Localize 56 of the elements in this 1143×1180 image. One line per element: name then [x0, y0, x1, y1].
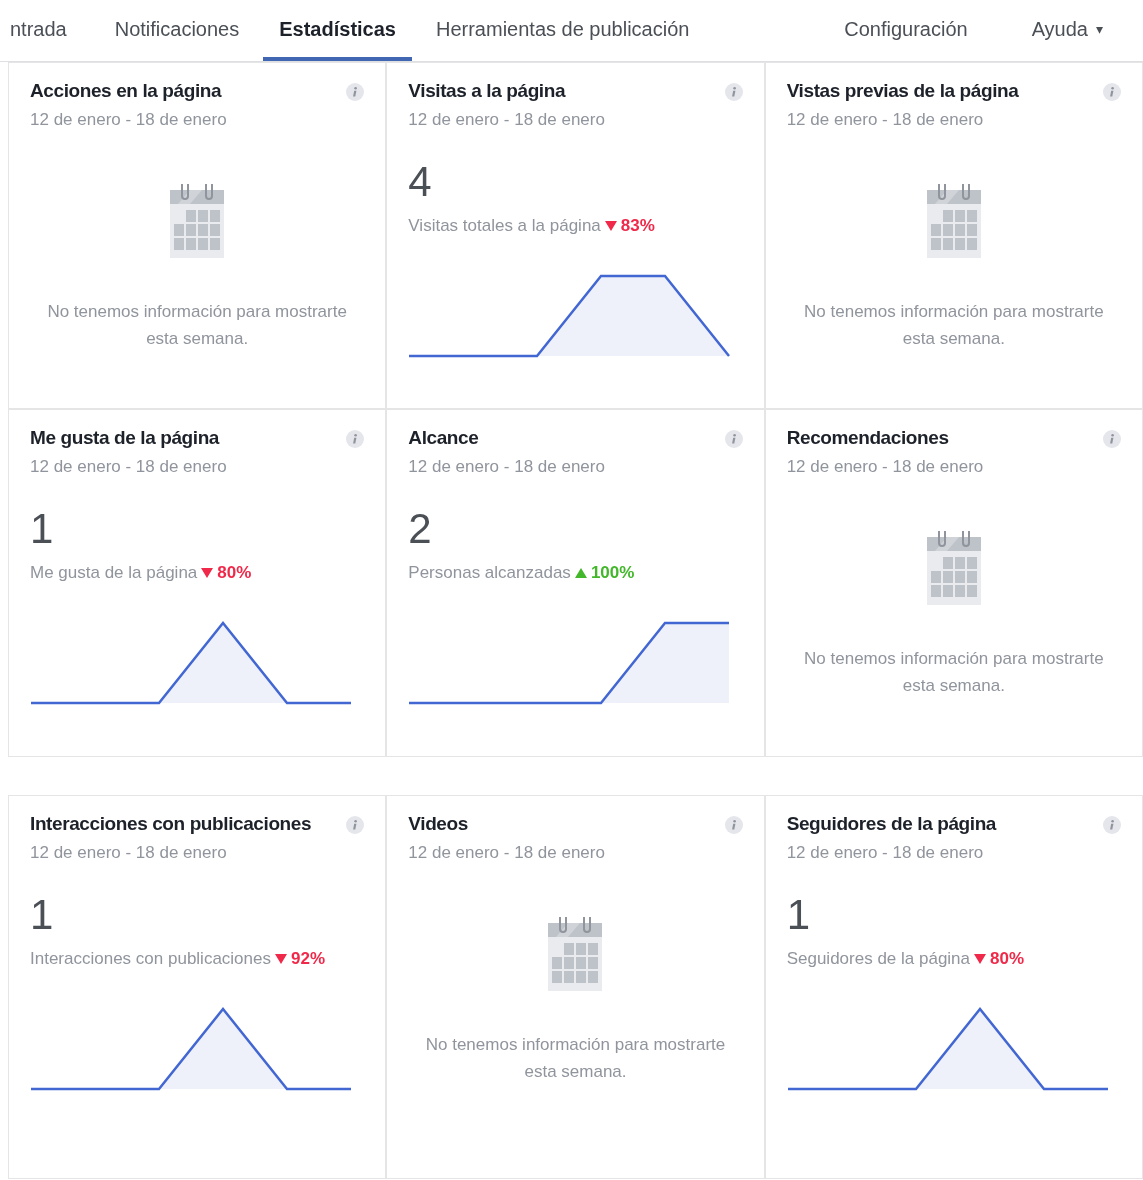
date-range: 12 de enero - 18 de enero [408, 841, 606, 864]
calendar-icon [924, 529, 983, 608]
date-range: 12 de enero - 18 de enero [408, 108, 606, 131]
date-range: 12 de enero - 18 de enero [786, 841, 985, 864]
info-icon[interactable] [724, 816, 743, 834]
nav-tab[interactable]: Notificaciones [90, 1, 264, 61]
info-icon[interactable] [724, 430, 743, 448]
card-title: Acciones en la página [30, 79, 222, 103]
card-title: Recomendaciones [786, 426, 949, 450]
empty-message: No tenemos información para mostrarte esta semana. [803, 301, 1104, 351]
info-icon[interactable] [1103, 430, 1121, 448]
nav-tab[interactable]: ntrada [0, 1, 91, 61]
card-title: Alcance [408, 426, 479, 450]
info-icon[interactable] [346, 83, 365, 101]
info-icon[interactable] [346, 816, 365, 834]
change-percent: 80% [990, 947, 1025, 970]
change-percent: 83% [620, 214, 655, 237]
calendar-icon [168, 182, 227, 261]
date-range: 12 de enero - 18 de enero [786, 455, 985, 478]
metric-label: Visitas totales a la página [408, 214, 601, 237]
info-icon[interactable] [1103, 83, 1121, 101]
info-icon[interactable] [346, 430, 365, 448]
info-icon[interactable] [1103, 816, 1121, 834]
metric-label: Me gusta de la página [30, 561, 198, 584]
change-percent: 92% [291, 947, 325, 970]
empty-message: No tenemos información para mostrarte esta semana. [425, 1034, 726, 1084]
metric-label: Seguidores de la página [786, 947, 971, 970]
nav-tab[interactable]: Configuración [820, 1, 992, 61]
date-range: 12 de enero - 18 de enero [30, 108, 228, 131]
metric-value: 1 [30, 890, 55, 941]
nav-tab[interactable]: Ayuda ▾ [1007, 1, 1127, 61]
metric-label: Interacciones con publicaciones [30, 947, 271, 970]
caret-icon: ▾ [1096, 18, 1103, 40]
metric-value: 1 [786, 890, 811, 941]
date-range: 12 de enero - 18 de enero [786, 108, 985, 131]
card-title: Me gusta de la página [30, 426, 220, 450]
card-title: Interacciones con publicaciones [30, 812, 312, 836]
metric-value: 4 [408, 157, 433, 208]
metric-value: 1 [30, 504, 55, 555]
card-title: Seguidores de la página [786, 812, 996, 836]
calendar-icon [546, 915, 605, 994]
date-range: 12 de enero - 18 de enero [30, 841, 228, 864]
change-percent: 100% [590, 561, 635, 584]
info-icon[interactable] [724, 83, 743, 101]
card-title: Vistas previas de la página [786, 79, 1019, 103]
empty-message: No tenemos información para mostrarte esta semana. [47, 301, 348, 351]
card-title: Videos [408, 812, 468, 836]
date-range: 12 de enero - 18 de enero [30, 455, 228, 478]
metric-label: Personas alcanzadas [408, 561, 571, 584]
card-title: Visitas a la página [408, 79, 566, 103]
date-range: 12 de enero - 18 de enero [408, 455, 606, 478]
nav-tab[interactable]: Herramientas de publicación [411, 1, 714, 61]
metric-value: 2 [408, 504, 433, 555]
change-percent: 80% [217, 561, 252, 584]
calendar-icon [924, 182, 983, 261]
empty-message: No tenemos información para mostrarte esta semana. [803, 648, 1104, 698]
